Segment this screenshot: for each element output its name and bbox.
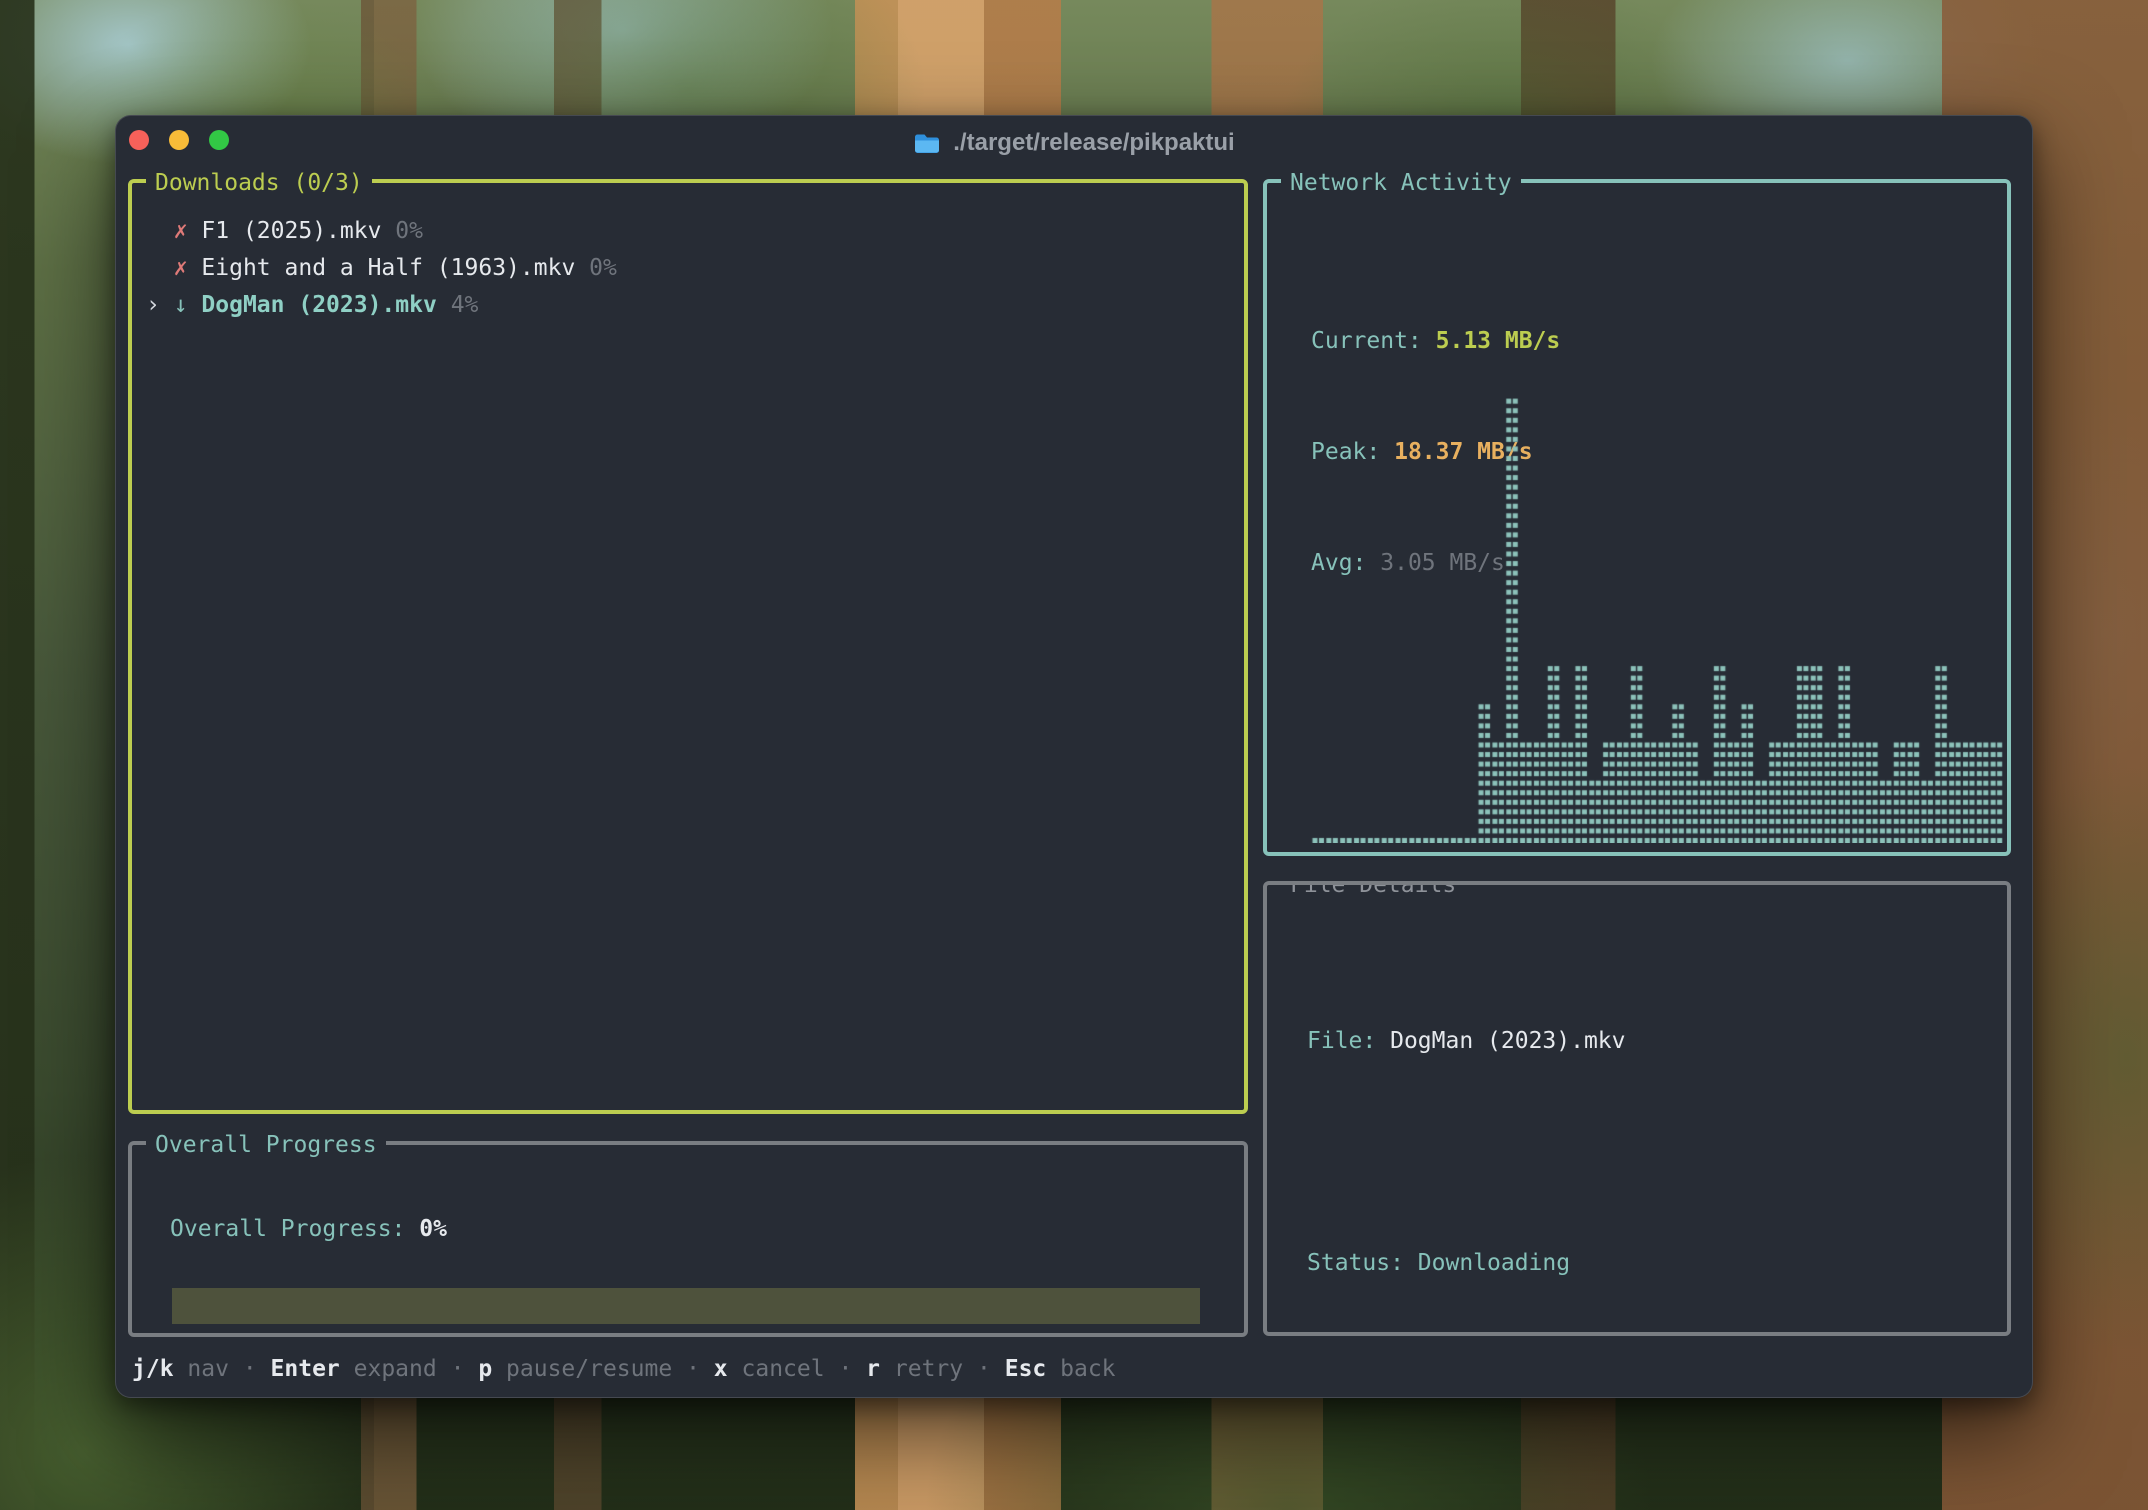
overall-progress-bar (172, 1288, 1200, 1324)
status-value: Downloading (1418, 1250, 1570, 1276)
downloading-arrow-icon: ↓ (174, 292, 188, 318)
keybinding-statusbar: j/k nav · Enter expand · p pause/resume … (132, 1351, 1116, 1388)
network-speed-chart (1311, 398, 2003, 843)
downloads-panel-title: Downloads (0/3) (146, 167, 372, 199)
file-row: File: DogMan (2023).mkv (1307, 1023, 2007, 1060)
failed-x-icon: ✗ (174, 218, 188, 244)
download-percent: 0% (395, 218, 423, 244)
key-hint-r: r (866, 1356, 880, 1382)
download-percent: 4% (451, 292, 479, 318)
selection-caret-icon: › (146, 292, 174, 318)
key-hint-x: x (714, 1356, 728, 1382)
network-activity-panel: Network Activity Current: 5.13 MB/s Peak… (1263, 179, 2011, 856)
download-row-f1[interactable]: ✗ F1 (2025).mkv 0% (146, 213, 1244, 250)
window-title-wrap: ./target/release/pikpaktui (116, 129, 2032, 157)
key-hint-jk: j/k (132, 1356, 174, 1382)
download-filename: DogMan (2023).mkv (201, 292, 436, 318)
file-details-panel: File Details File: DogMan (2023).mkv Sta… (1263, 881, 2011, 1336)
network-panel-title: Network Activity (1281, 167, 1521, 199)
download-row-dogman-selected[interactable]: › ↓ DogMan (2023).mkv 4% (146, 287, 1244, 324)
key-hint-enter: Enter (271, 1356, 340, 1382)
file-name-value: DogMan (2023).mkv (1390, 1028, 1625, 1054)
download-row-eight-and-a-half[interactable]: ✗ Eight and a Half (1963).mkv 0% (146, 250, 1244, 287)
file-details-panel-title: File Details (1281, 881, 1465, 901)
download-filename: Eight and a Half (1963).mkv (201, 255, 575, 281)
key-hint-esc: Esc (1005, 1356, 1047, 1382)
desktop-background: { "window": { "title": "./target/release… (0, 0, 2148, 1510)
download-percent: 0% (589, 255, 617, 281)
network-current-row: Current: 5.13 MB/s (1311, 323, 2007, 360)
overall-progress-panel-title: Overall Progress (146, 1129, 386, 1161)
downloads-panel: Downloads (0/3) ✗ F1 (2025).mkv 0% ✗ Eig… (128, 179, 1248, 1114)
window-title: ./target/release/pikpaktui (953, 129, 1234, 157)
download-filename: F1 (2025).mkv (201, 218, 381, 244)
current-speed-value: 5.13 MB/s (1436, 328, 1561, 354)
terminal-window: ./target/release/pikpaktui Downloads (0/… (115, 115, 2033, 1398)
titlebar[interactable]: ./target/release/pikpaktui (116, 116, 2032, 168)
folder-icon (913, 132, 941, 155)
status-row: Status: Downloading (1307, 1245, 2007, 1282)
failed-x-icon: ✗ (174, 255, 188, 281)
overall-progress-value: 0% (419, 1216, 447, 1242)
key-hint-p: p (478, 1356, 492, 1382)
downloads-list: ✗ F1 (2025).mkv 0% ✗ Eight and a Half (1… (132, 183, 1244, 324)
file-details-body: File: DogMan (2023).mkv Status: Download… (1267, 885, 2007, 1336)
overall-progress-panel: Overall Progress Overall Progress: 0% (128, 1141, 1248, 1337)
